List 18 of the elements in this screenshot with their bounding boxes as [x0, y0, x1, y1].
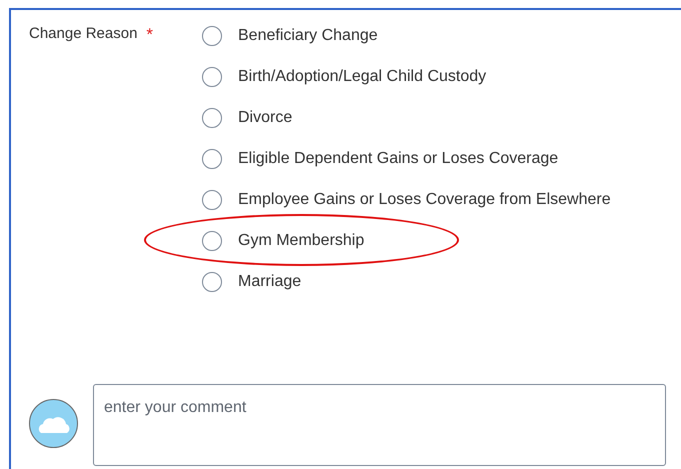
field-label: Change Reason — [29, 25, 138, 44]
comment-field[interactable]: enter your comment — [93, 384, 666, 466]
radio-button[interactable] — [202, 230, 222, 250]
option-label: Gym Membership — [238, 232, 364, 250]
radio-button[interactable] — [202, 190, 222, 210]
option-label: Eligible Dependent Gains or Loses Coverage — [238, 150, 558, 168]
radio-button[interactable] — [202, 108, 222, 128]
radio-button[interactable] — [202, 272, 222, 292]
radio-button[interactable] — [202, 148, 222, 168]
radio-button[interactable] — [202, 26, 222, 46]
required-mark: * — [146, 25, 154, 46]
radio-button[interactable] — [202, 66, 222, 86]
avatar-icon — [29, 399, 78, 448]
option-label: Birth/Adoption/Legal Child Custody — [238, 68, 486, 86]
option-label: Employee Gains or Loses Coverage from Elsewhere — [238, 190, 611, 208]
option-label: Marriage — [238, 272, 302, 290]
option-label: Divorce — [238, 108, 292, 126]
option-label: Beneficiary Change — [238, 26, 378, 44]
